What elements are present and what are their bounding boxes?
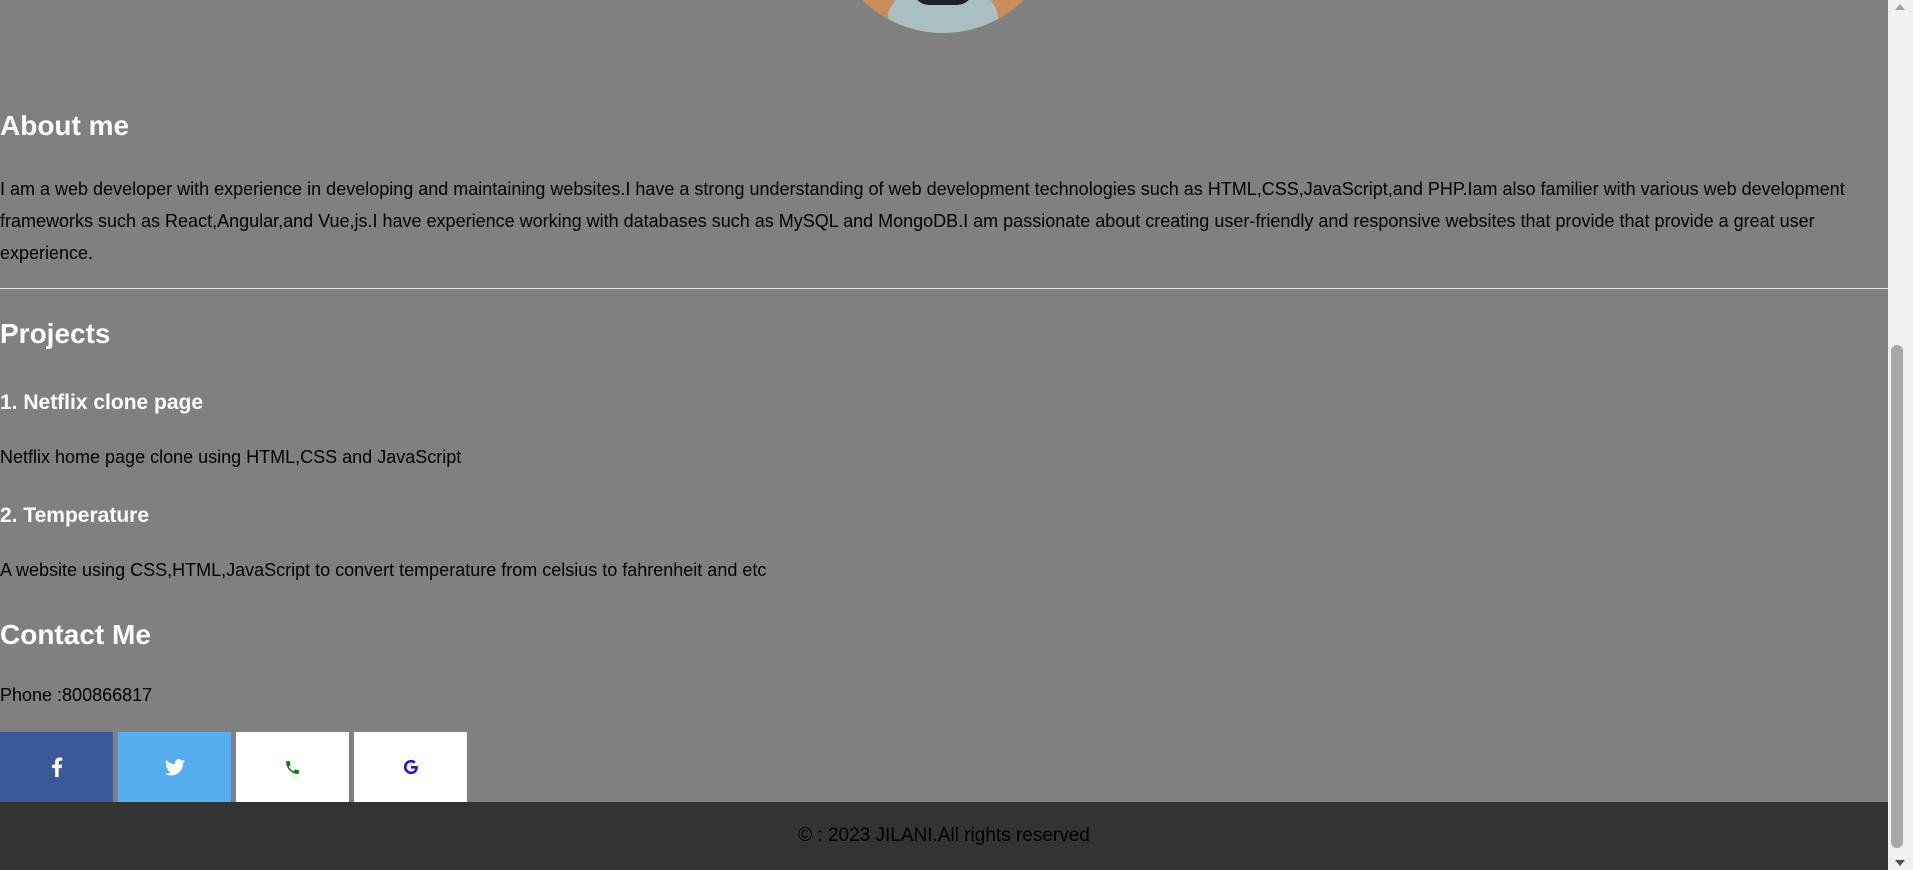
project-title: 2. Temperature <box>0 504 149 527</box>
about-text: I am a web developer with experience in … <box>0 179 1845 263</box>
footer: © : 2023 JILANI.All rights reserved <box>0 802 1888 870</box>
vertical-scrollbar[interactable] <box>1888 0 1913 870</box>
copyright-text: © : 2023 JILANI.All rights reserved <box>798 825 1090 846</box>
phone-text: Phone :800866817 <box>0 685 153 705</box>
project-title: 1. Netflix clone page <box>0 391 204 414</box>
scroll-up-icon[interactable] <box>1895 4 1905 10</box>
profile-photo <box>828 0 1058 33</box>
google-icon <box>403 759 418 775</box>
project-description: A website using CSS,HTML,JavaScript to c… <box>0 560 767 580</box>
scroll-down-icon[interactable] <box>1895 860 1905 866</box>
google-button[interactable] <box>354 732 467 802</box>
scrollbar-thumb[interactable] <box>1891 345 1903 848</box>
facebook-button[interactable] <box>0 732 113 802</box>
phone-button[interactable] <box>236 732 349 802</box>
projects-heading: Projects <box>0 318 111 349</box>
contact-heading: Contact Me <box>0 619 151 650</box>
social-links <box>0 732 467 802</box>
avatar <box>828 0 1058 33</box>
twitter-icon <box>164 758 185 775</box>
facebook-icon <box>51 757 62 777</box>
about-heading: About me <box>0 110 130 141</box>
section-divider <box>0 288 1888 289</box>
project-description: Netflix home page clone using HTML,CSS a… <box>0 447 462 467</box>
phone-icon <box>286 760 299 774</box>
twitter-button[interactable] <box>118 732 231 802</box>
portfolio-page: About me I am a web developer with exper… <box>0 0 1888 870</box>
